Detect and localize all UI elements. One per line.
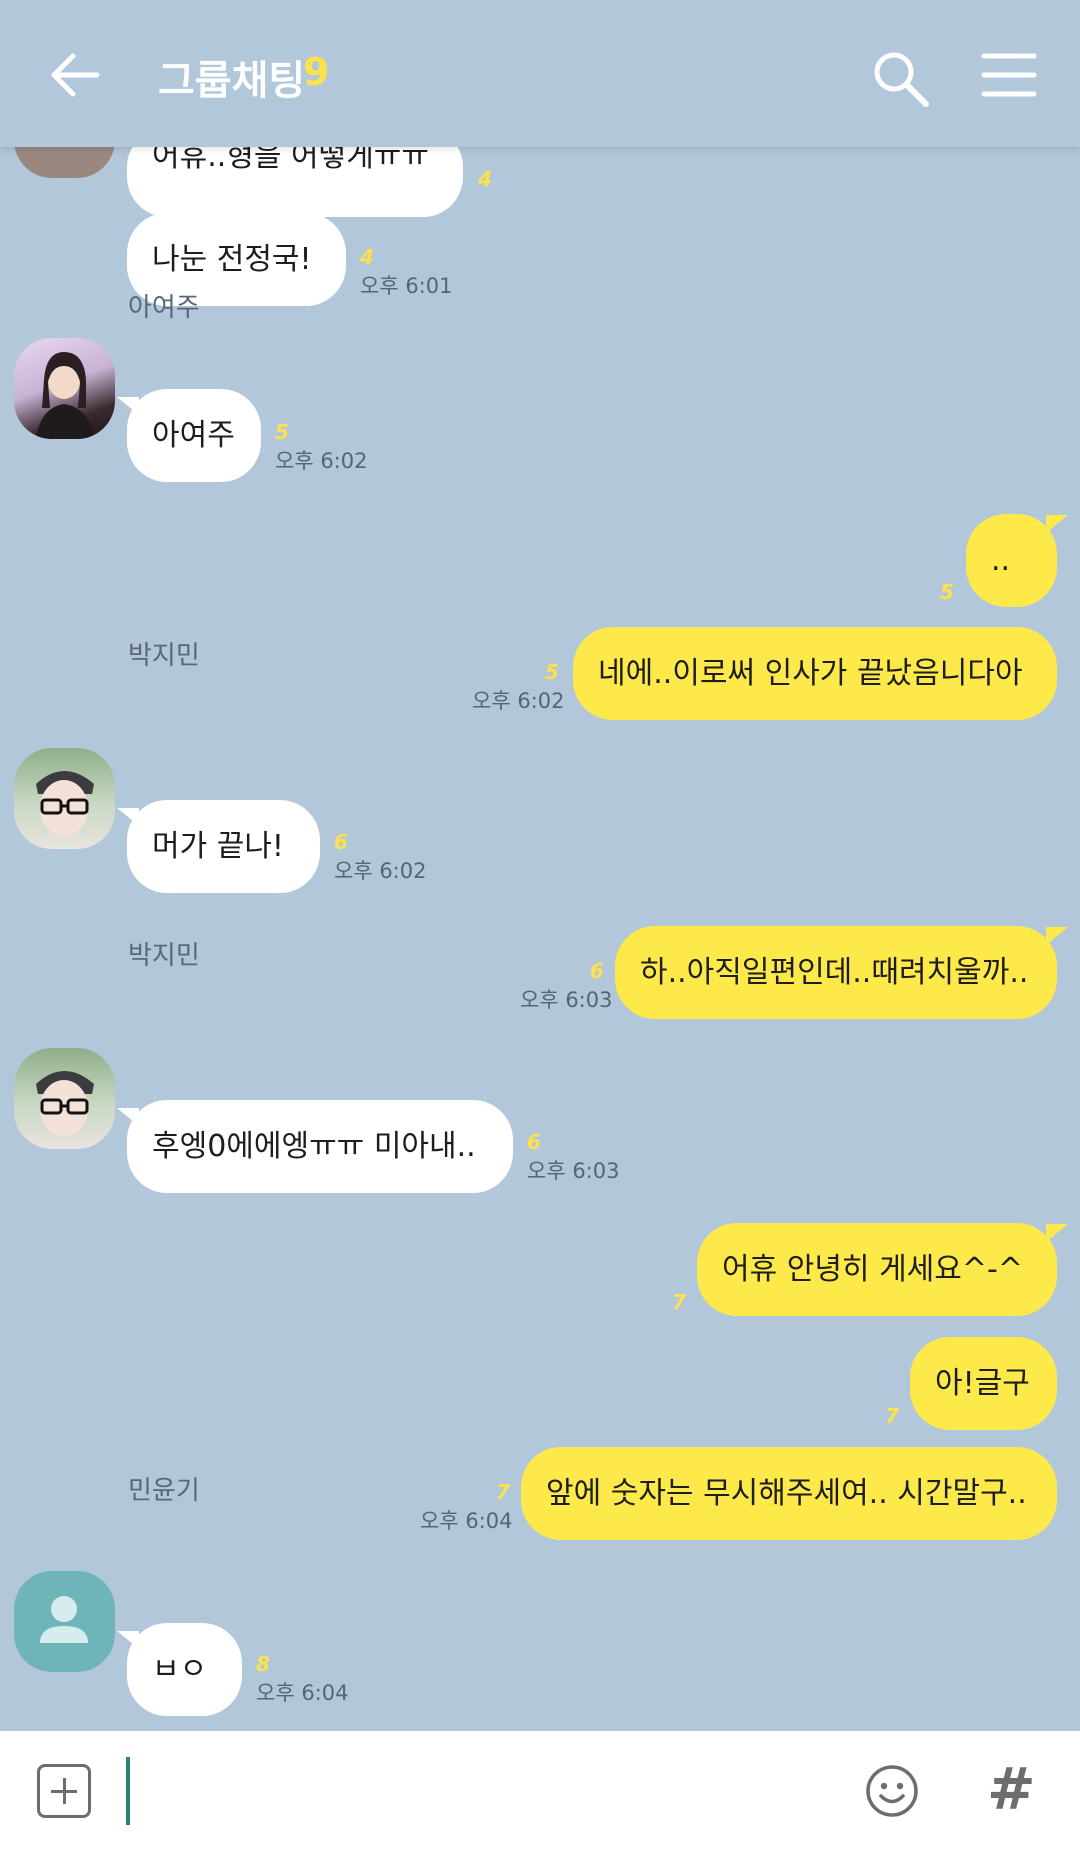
emoji-icon[interactable] — [864, 1763, 920, 1819]
unread-count: 4 — [360, 245, 374, 269]
unread-count: 5 — [275, 420, 289, 444]
message-time: 오후 6:02 — [334, 859, 427, 883]
bubble-tail — [117, 397, 139, 415]
message-text: 나눈 전정국! — [152, 242, 312, 277]
message-time: 오후 6:02 — [472, 689, 565, 713]
bubble-tail — [117, 1631, 139, 1649]
message-text: 머가 끝나! — [152, 829, 284, 864]
bubble-tail — [117, 808, 139, 826]
message-time: 오후 6:04 — [256, 1681, 349, 1705]
message-input[interactable] — [128, 1755, 832, 1831]
message-time: 오후 6:04 — [420, 1509, 513, 1533]
sender-name: 박지민 — [128, 941, 200, 971]
message-bubble[interactable]: 앞에 숫자는 무시해주세여.. 시간말구.. — [521, 1447, 1057, 1540]
avatar-photo[interactable] — [14, 748, 115, 849]
message-text: .. — [991, 543, 1011, 578]
message-input-bar: # — [0, 1731, 1080, 1857]
profile-silhouette — [36, 1071, 94, 1136]
unread-count: 6 — [527, 1130, 541, 1154]
sender-name: 민윤기 — [128, 1476, 200, 1506]
message-bubble[interactable]: 아여주 — [127, 389, 261, 482]
menu-icon[interactable] — [980, 50, 1038, 100]
unread-count: 5 — [940, 580, 954, 604]
message-time: 오후 6:03 — [527, 1159, 620, 1183]
message-bubble[interactable]: 어휴 안녕히 게세요^-^ — [697, 1223, 1057, 1316]
message-text: 앞에 숫자는 무시해주세여.. 시간말구.. — [546, 1476, 1027, 1511]
message-text: ㅂㅇ — [152, 1652, 208, 1687]
default-avatar-icon[interactable] — [14, 1571, 115, 1672]
message-bubble[interactable]: 어휴..형을 어떻게ㅠㅠ — [127, 147, 463, 217]
message-time: 오후 6:02 — [275, 449, 368, 473]
unread-count: 7 — [885, 1404, 899, 1428]
plus-icon[interactable] — [37, 1764, 91, 1818]
message-bubble[interactable]: 머가 끝나! — [127, 800, 320, 893]
message-text: 네에..이로써 인사가 끝났음니다아 — [598, 656, 1023, 691]
bubble-tail — [1046, 927, 1068, 945]
message-text: 하..아직일편인데..때려치울까.. — [640, 955, 1029, 990]
message-bubble[interactable]: .. — [966, 514, 1057, 607]
message-text: 아여주 — [152, 418, 235, 453]
unread-count: 6 — [334, 830, 348, 854]
bubble-tail — [1046, 515, 1068, 533]
message-text: 아!글구 — [935, 1366, 1030, 1401]
chat-header: 그룹채팅 9 — [0, 0, 1080, 147]
unread-count: 7 — [672, 1290, 686, 1314]
unread-count: 5 — [545, 660, 559, 684]
message-time: 오후 6:03 — [520, 988, 613, 1012]
message-bubble[interactable]: 네에..이로써 인사가 끝났음니다아 — [573, 627, 1057, 720]
sender-name: 아여주 — [128, 293, 200, 323]
message-bubble[interactable]: 하..아직일편인데..때려치울까.. — [615, 926, 1057, 1019]
bubble-tail — [117, 1108, 139, 1126]
unread-count: 4 — [478, 167, 492, 191]
profile-silhouette — [36, 771, 94, 836]
message-bubble[interactable]: 아!글구 — [910, 1337, 1057, 1430]
message-text: 어휴..형을 어떻게ㅠㅠ — [152, 147, 430, 174]
avatar-photo[interactable] — [14, 338, 115, 439]
member-count: 9 — [303, 50, 330, 94]
message-bubble[interactable]: ㅂㅇ — [127, 1623, 242, 1716]
hash-icon[interactable]: # — [987, 1755, 1036, 1823]
chat-title: 그룹채팅 — [158, 58, 306, 104]
unread-count: 8 — [256, 1652, 270, 1676]
chat-messages[interactable]: 어휴..형을 어떻게ㅠㅠ 4 나눈 전정국! 4 오후 6:01 아여주 아여주… — [0, 147, 1080, 1731]
message-text: 후엥0에에엥ㅠㅠ 미아내.. — [152, 1129, 476, 1164]
bubble-tail — [1046, 1224, 1068, 1242]
message-time: 오후 6:01 — [360, 274, 453, 298]
message-bubble[interactable]: 후엥0에에엥ㅠㅠ 미아내.. — [127, 1100, 513, 1193]
person-icon — [40, 1596, 88, 1643]
avatar-photo[interactable] — [14, 1048, 115, 1149]
search-icon[interactable] — [870, 48, 932, 110]
unread-count: 6 — [590, 959, 604, 983]
message-text: 어휴 안녕히 게세요^-^ — [722, 1252, 1023, 1287]
unread-count: 7 — [496, 1480, 510, 1504]
back-arrow-icon[interactable] — [45, 45, 105, 105]
avatar[interactable] — [14, 147, 115, 178]
sender-name: 박지민 — [128, 641, 200, 671]
profile-silhouette — [36, 352, 94, 439]
